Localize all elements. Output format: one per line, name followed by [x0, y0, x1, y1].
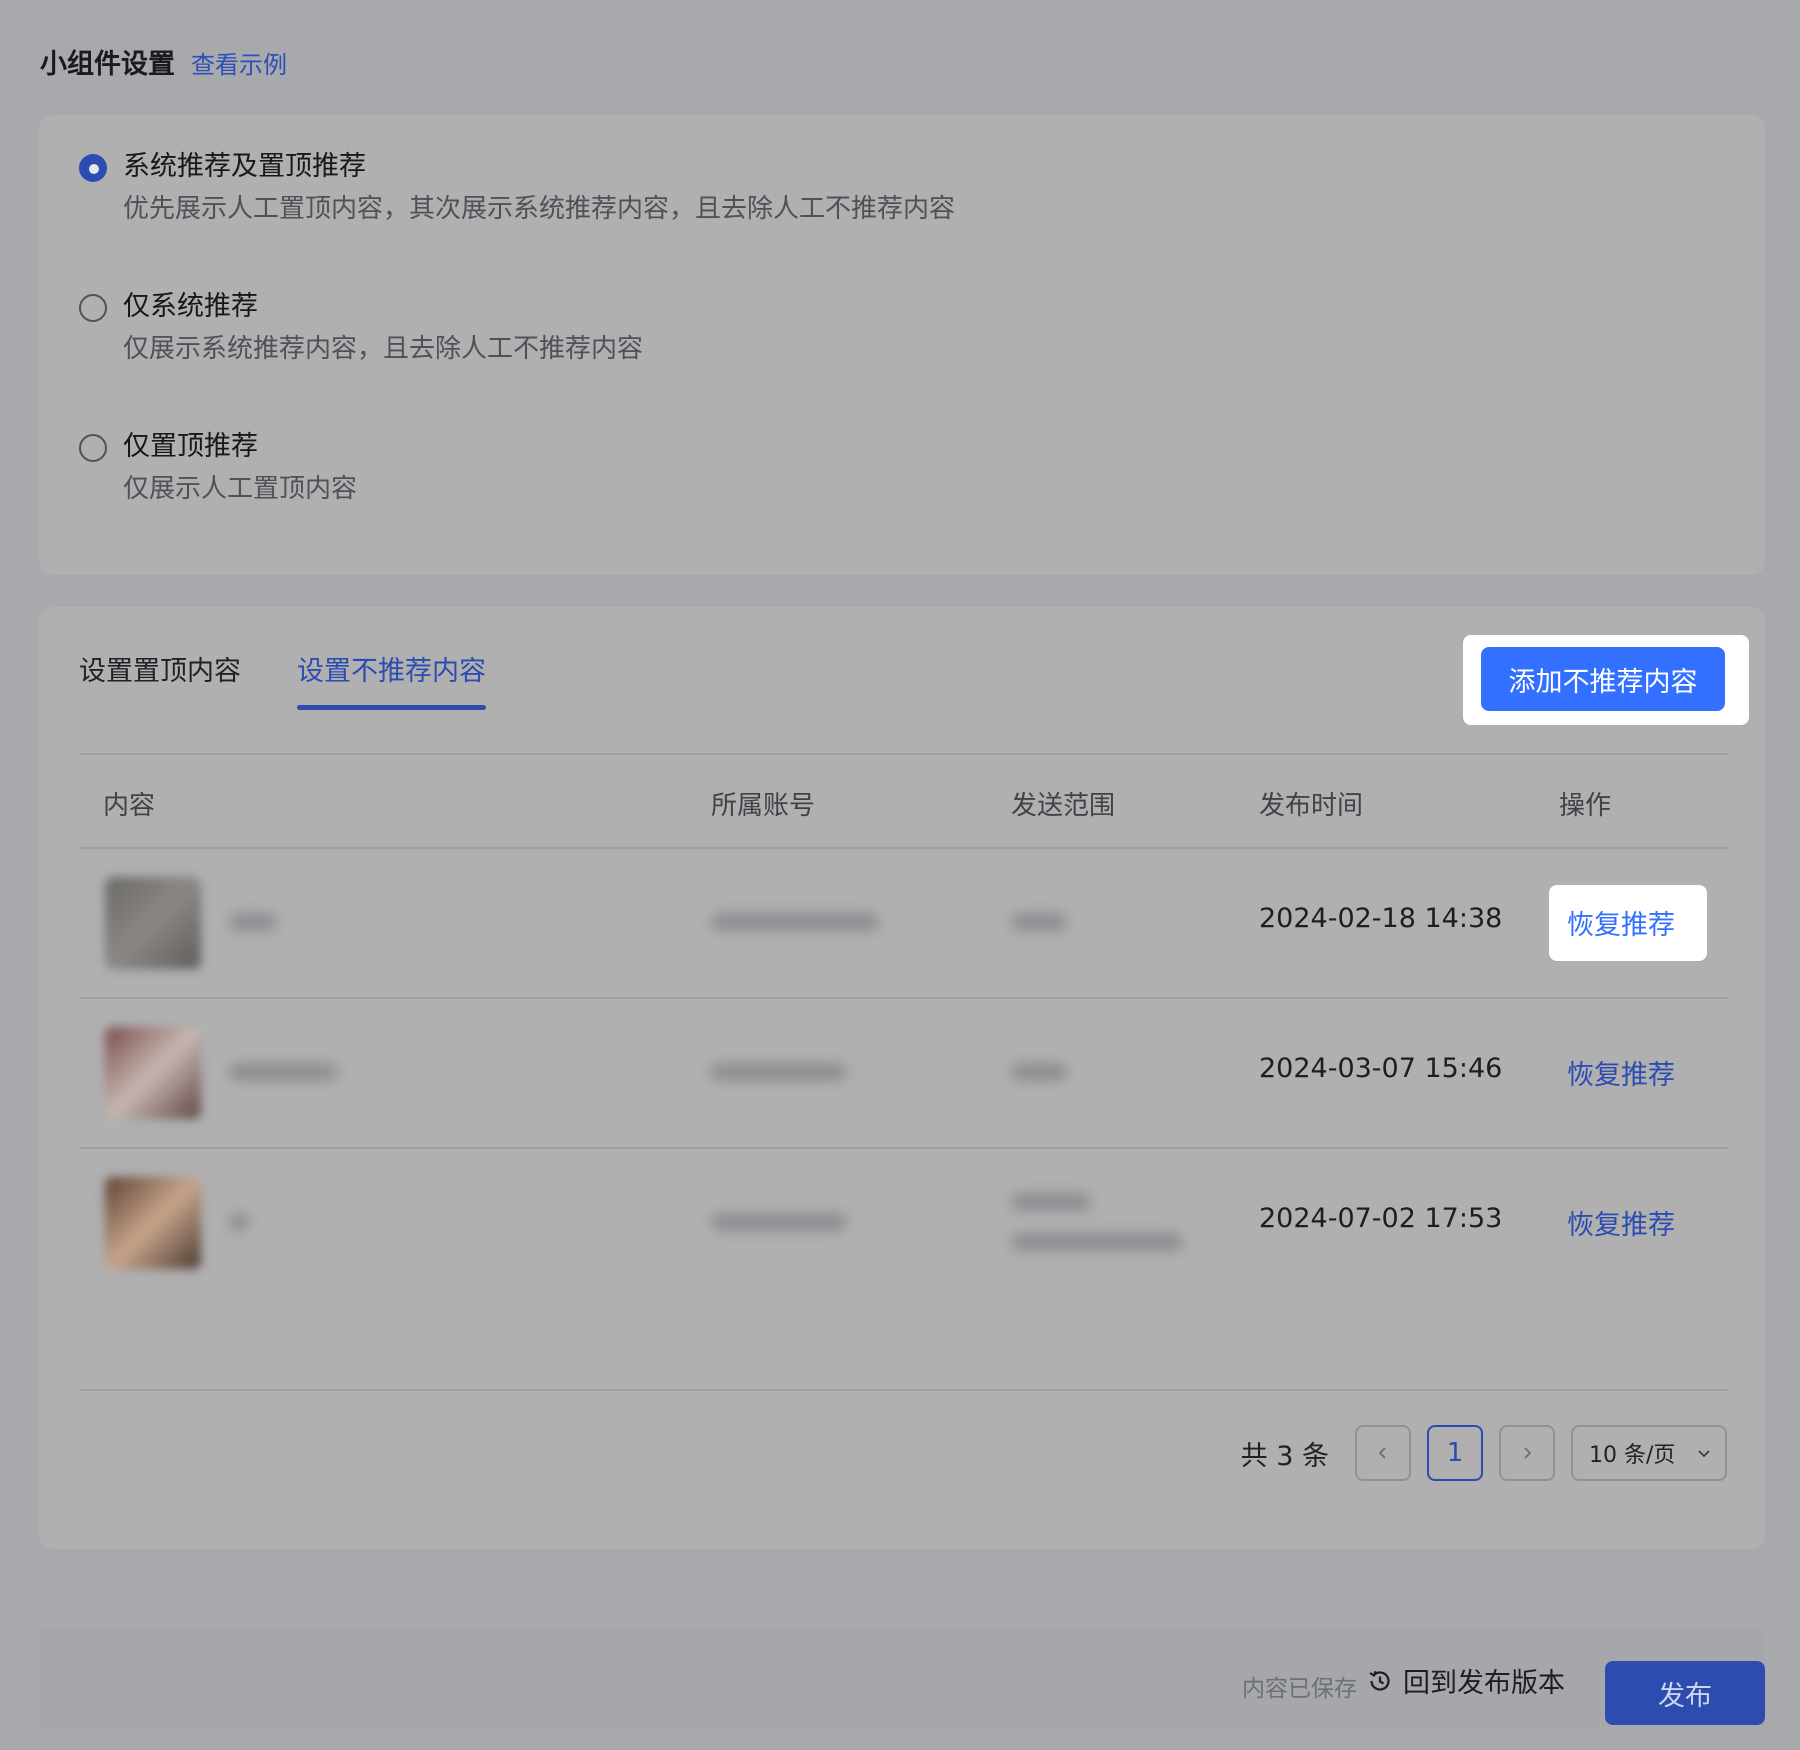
chevron-down-icon — [1698, 1450, 1710, 1458]
option-desc: 仅展示系统推荐内容，且去除人工不推荐内容 — [123, 334, 644, 364]
tab-pinned-content[interactable]: 设置置顶内容 — [79, 649, 241, 710]
add-not-recommended-button[interactable]: 添加不推荐内容 — [1481, 647, 1725, 711]
column-header-publish-time: 发布时间 — [1259, 791, 1364, 821]
blurred-content-title — [229, 1063, 337, 1081]
not-recommended-table: 内容 所属账号 发送范围 发布时间 操作 2024-02-18 14:38 恢复… — [79, 753, 1728, 1297]
revert-label: 回到发布版本 — [1403, 1668, 1565, 1699]
publish-button[interactable]: 发布 — [1605, 1661, 1765, 1725]
content-settings-card: 设置置顶内容 设置不推荐内容 添加不推荐内容 内容 所属账号 发送范围 发布时间… — [39, 607, 1765, 1549]
restore-recommend-link[interactable]: 恢复推荐 — [1567, 1053, 1675, 1092]
restore-wrap: 恢复推荐 — [1549, 1185, 1707, 1261]
prev-page-button[interactable] — [1355, 1425, 1411, 1481]
table-row: 2024-07-02 17:53 恢复推荐 — [79, 1149, 1728, 1297]
tab-not-recommended-content[interactable]: 设置不推荐内容 — [297, 649, 486, 710]
revert-to-published-button[interactable]: 回到发布版本 — [1367, 1661, 1565, 1700]
option-pinned-only[interactable]: 仅置顶推荐 仅展示人工置顶内容 — [79, 428, 357, 508]
option-title: 仅系统推荐 — [123, 291, 258, 322]
blurred-account — [711, 1213, 847, 1231]
blurred-content-title — [229, 913, 277, 931]
view-example-link[interactable]: 查看示例 — [191, 45, 287, 80]
table-divider — [79, 1389, 1728, 1391]
option-desc: 仅展示人工置顶内容 — [123, 474, 358, 504]
restore-recommend-link[interactable]: 恢复推荐 — [1567, 1203, 1675, 1242]
blurred-scope — [1011, 913, 1067, 931]
column-header-content: 内容 — [103, 791, 156, 821]
radio-unselected-icon[interactable] — [79, 294, 107, 322]
blurred-scope-line2 — [1011, 1233, 1183, 1251]
option-desc: 优先展示人工置顶内容，其次展示系统推荐内容，且去除人工不推荐内容 — [123, 194, 956, 224]
publish-time: 2024-03-07 15:46 — [1259, 1053, 1503, 1084]
recommend-mode-card: 系统推荐及置顶推荐 优先展示人工置顶内容，其次展示系统推荐内容，且去除人工不推荐… — [39, 115, 1765, 575]
column-header-action: 操作 — [1559, 791, 1612, 821]
option-system-and-pinned[interactable]: 系统推荐及置顶推荐 优先展示人工置顶内容，其次展示系统推荐内容，且去除人工不推荐… — [79, 148, 955, 228]
next-page-button[interactable] — [1499, 1425, 1555, 1481]
tab-bar: 设置置顶内容 设置不推荐内容 — [79, 649, 486, 710]
blurred-scope — [1011, 1193, 1091, 1211]
total-count: 共 3 条 — [1240, 1440, 1329, 1472]
option-title: 仅置顶推荐 — [123, 431, 258, 462]
page-header: 小组件设置 查看示例 — [40, 42, 287, 81]
footer-bar: 内容已保存 回到发布版本 发布 — [39, 1630, 1765, 1727]
blurred-account — [711, 1063, 847, 1081]
restore-highlight: 恢复推荐 — [1549, 885, 1707, 961]
content-thumbnail — [105, 877, 201, 969]
option-system-only[interactable]: 仅系统推荐 仅展示系统推荐内容，且去除人工不推荐内容 — [79, 288, 643, 368]
page-number-button[interactable]: 1 — [1427, 1425, 1483, 1481]
table-row: 2024-02-18 14:38 恢复推荐 — [79, 849, 1728, 999]
option-title: 系统推荐及置顶推荐 — [123, 151, 366, 182]
history-icon — [1369, 1670, 1390, 1691]
restore-wrap: 恢复推荐 — [1549, 1035, 1707, 1111]
page-title: 小组件设置 — [40, 49, 175, 80]
table-row: 2024-03-07 15:46 恢复推荐 — [79, 999, 1728, 1149]
restore-recommend-link[interactable]: 恢复推荐 — [1567, 903, 1675, 942]
radio-selected-icon[interactable] — [79, 154, 107, 182]
page-frame: 小组件设置 查看示例 系统推荐及置顶推荐 优先展示人工置顶内容，其次展示系统推荐… — [2, 2, 1798, 1748]
page-size-select[interactable]: 10 条/页 — [1571, 1425, 1727, 1481]
content-thumbnail — [105, 1027, 201, 1119]
chevron-left-icon — [1378, 1447, 1386, 1459]
page-size-value: 10 条/页 — [1589, 1443, 1676, 1468]
column-header-scope: 发送范围 — [1011, 791, 1116, 821]
publish-time: 2024-02-18 14:38 — [1259, 903, 1503, 934]
radio-unselected-icon[interactable] — [79, 434, 107, 462]
chevron-right-icon — [1524, 1447, 1532, 1459]
column-header-account: 所属账号 — [711, 791, 816, 821]
save-status: 内容已保存 — [1242, 1676, 1357, 1702]
add-button-highlight: 添加不推荐内容 — [1463, 635, 1749, 725]
blurred-account — [711, 913, 879, 931]
content-thumbnail — [105, 1177, 201, 1269]
blurred-scope — [1011, 1063, 1067, 1081]
publish-time: 2024-07-02 17:53 — [1259, 1203, 1503, 1234]
table-header: 内容 所属账号 发送范围 发布时间 操作 — [79, 753, 1728, 849]
blurred-content-title — [229, 1213, 249, 1231]
pagination: 共 3 条 1 10 条/页 — [1241, 1425, 1727, 1481]
